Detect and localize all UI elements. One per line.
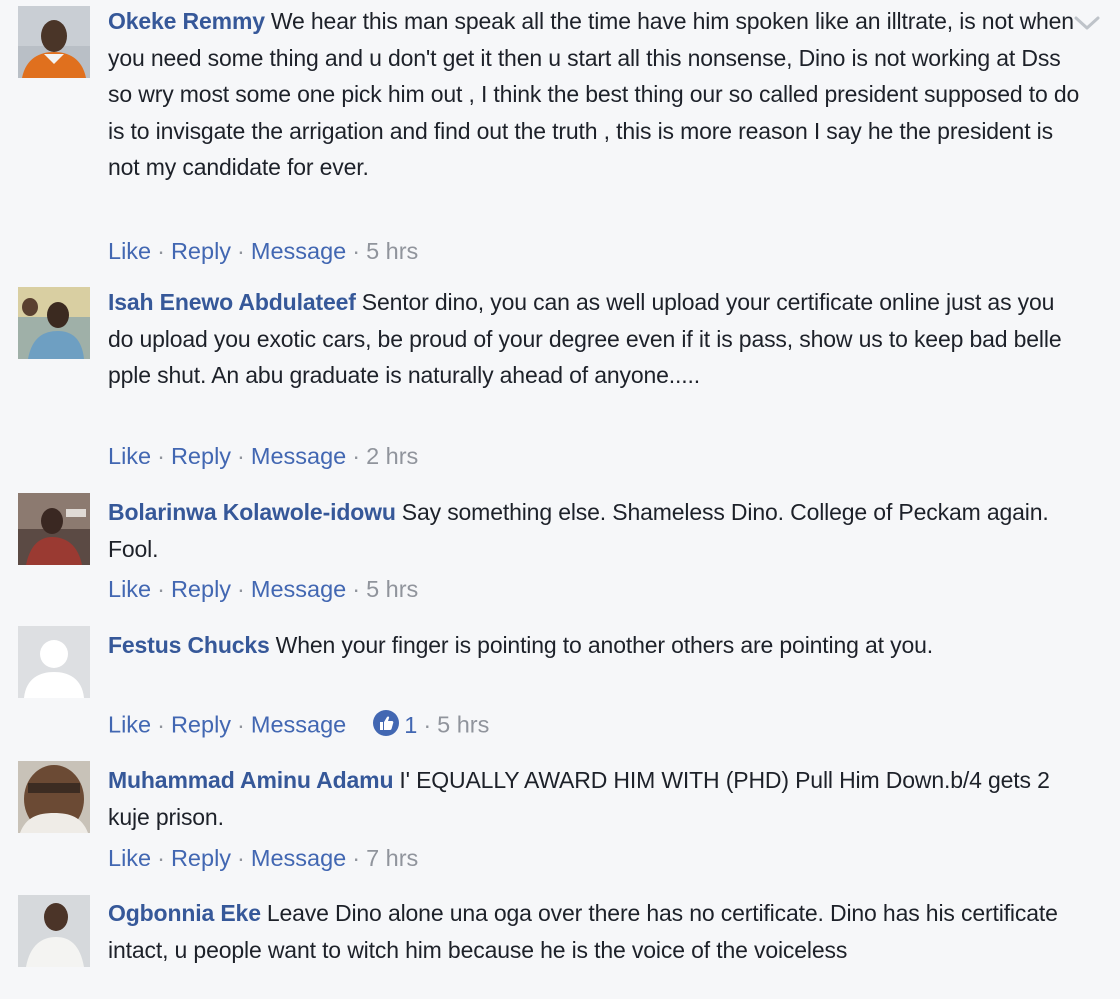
comment-body: Bolarinwa Kolawole-idowu Say something el… bbox=[108, 494, 1084, 567]
separator: · bbox=[157, 238, 165, 264]
like-link[interactable]: Like bbox=[108, 443, 151, 469]
comment-actions: Like · Reply · Message · 5 hrs bbox=[108, 574, 418, 604]
avatar[interactable] bbox=[18, 761, 90, 833]
timestamp[interactable]: 5 hrs bbox=[437, 712, 489, 738]
separator: · bbox=[237, 238, 245, 264]
separator: · bbox=[352, 443, 361, 469]
comment-text: When your finger is pointing to another … bbox=[275, 632, 934, 658]
timestamp[interactable]: 5 hrs bbox=[366, 576, 418, 602]
separator: · bbox=[157, 443, 165, 469]
comment-feed: Okeke Remmy We hear this man speak all th… bbox=[0, 0, 1120, 999]
separator: · bbox=[352, 576, 361, 602]
timestamp[interactable]: 7 hrs bbox=[366, 845, 418, 871]
comment-actions: Like · Reply · Message · 5 hrs bbox=[108, 236, 418, 266]
comment-actions: Like · Reply · Message · 2 hrs bbox=[108, 441, 418, 471]
comment-author[interactable]: Muhammad Aminu Adamu bbox=[108, 767, 394, 793]
like-link[interactable]: Like bbox=[108, 576, 151, 602]
message-link[interactable]: Message bbox=[251, 845, 346, 871]
comment-author[interactable]: Bolarinwa Kolawole-idowu bbox=[108, 499, 396, 525]
message-link[interactable]: Message bbox=[251, 443, 346, 469]
separator: · bbox=[352, 845, 361, 871]
like-link[interactable]: Like bbox=[108, 845, 151, 871]
separator: · bbox=[352, 238, 361, 264]
avatar[interactable] bbox=[18, 287, 90, 359]
separator: · bbox=[157, 845, 165, 871]
comment-body: Okeke Remmy We hear this man speak all th… bbox=[108, 3, 1084, 186]
like-reaction-icon[interactable] bbox=[372, 709, 400, 744]
default-avatar-icon[interactable] bbox=[18, 626, 90, 698]
comment-author[interactable]: Festus Chucks bbox=[108, 632, 270, 658]
timestamp[interactable]: 2 hrs bbox=[366, 443, 418, 469]
avatar[interactable] bbox=[18, 895, 90, 967]
separator: · bbox=[423, 711, 432, 738]
like-link[interactable]: Like bbox=[108, 712, 151, 738]
comment-author[interactable]: Okeke Remmy bbox=[108, 8, 265, 34]
comment-author[interactable]: Isah Enewo Abdulateef bbox=[108, 289, 356, 315]
separator: · bbox=[237, 845, 245, 871]
comment-body: Festus Chucks When your finger is pointin… bbox=[108, 627, 1084, 664]
message-link[interactable]: Message bbox=[251, 712, 346, 738]
separator: · bbox=[157, 576, 165, 602]
timestamp[interactable]: 5 hrs bbox=[366, 238, 418, 264]
separator: · bbox=[237, 576, 245, 602]
message-link[interactable]: Message bbox=[251, 576, 346, 602]
separator: · bbox=[237, 711, 245, 738]
reply-link[interactable]: Reply bbox=[171, 712, 231, 738]
comment-actions: Like · Reply · Message · 7 hrs bbox=[108, 843, 418, 873]
comment-actions: Like · Reply · Message 1 · 5 hrs bbox=[108, 709, 489, 744]
comment-body: Isah Enewo Abdulateef Sentor dino, you ca… bbox=[108, 284, 1084, 394]
reaction-count[interactable]: 1 bbox=[404, 712, 417, 738]
message-link[interactable]: Message bbox=[251, 238, 346, 264]
reply-link[interactable]: Reply bbox=[171, 238, 231, 264]
like-link[interactable]: Like bbox=[108, 238, 151, 264]
comment-author[interactable]: Ogbonnia Eke bbox=[108, 900, 261, 926]
reply-link[interactable]: Reply bbox=[171, 845, 231, 871]
comment-body: Ogbonnia Eke Leave Dino alone una oga ove… bbox=[108, 895, 1084, 968]
reply-link[interactable]: Reply bbox=[171, 576, 231, 602]
comment-body: Muhammad Aminu Adamu I' EQUALLY AWARD HIM… bbox=[108, 762, 1084, 835]
avatar[interactable] bbox=[18, 493, 90, 565]
reply-link[interactable]: Reply bbox=[171, 443, 231, 469]
avatar[interactable] bbox=[18, 6, 90, 78]
separator: · bbox=[237, 443, 245, 469]
separator: · bbox=[157, 711, 165, 738]
